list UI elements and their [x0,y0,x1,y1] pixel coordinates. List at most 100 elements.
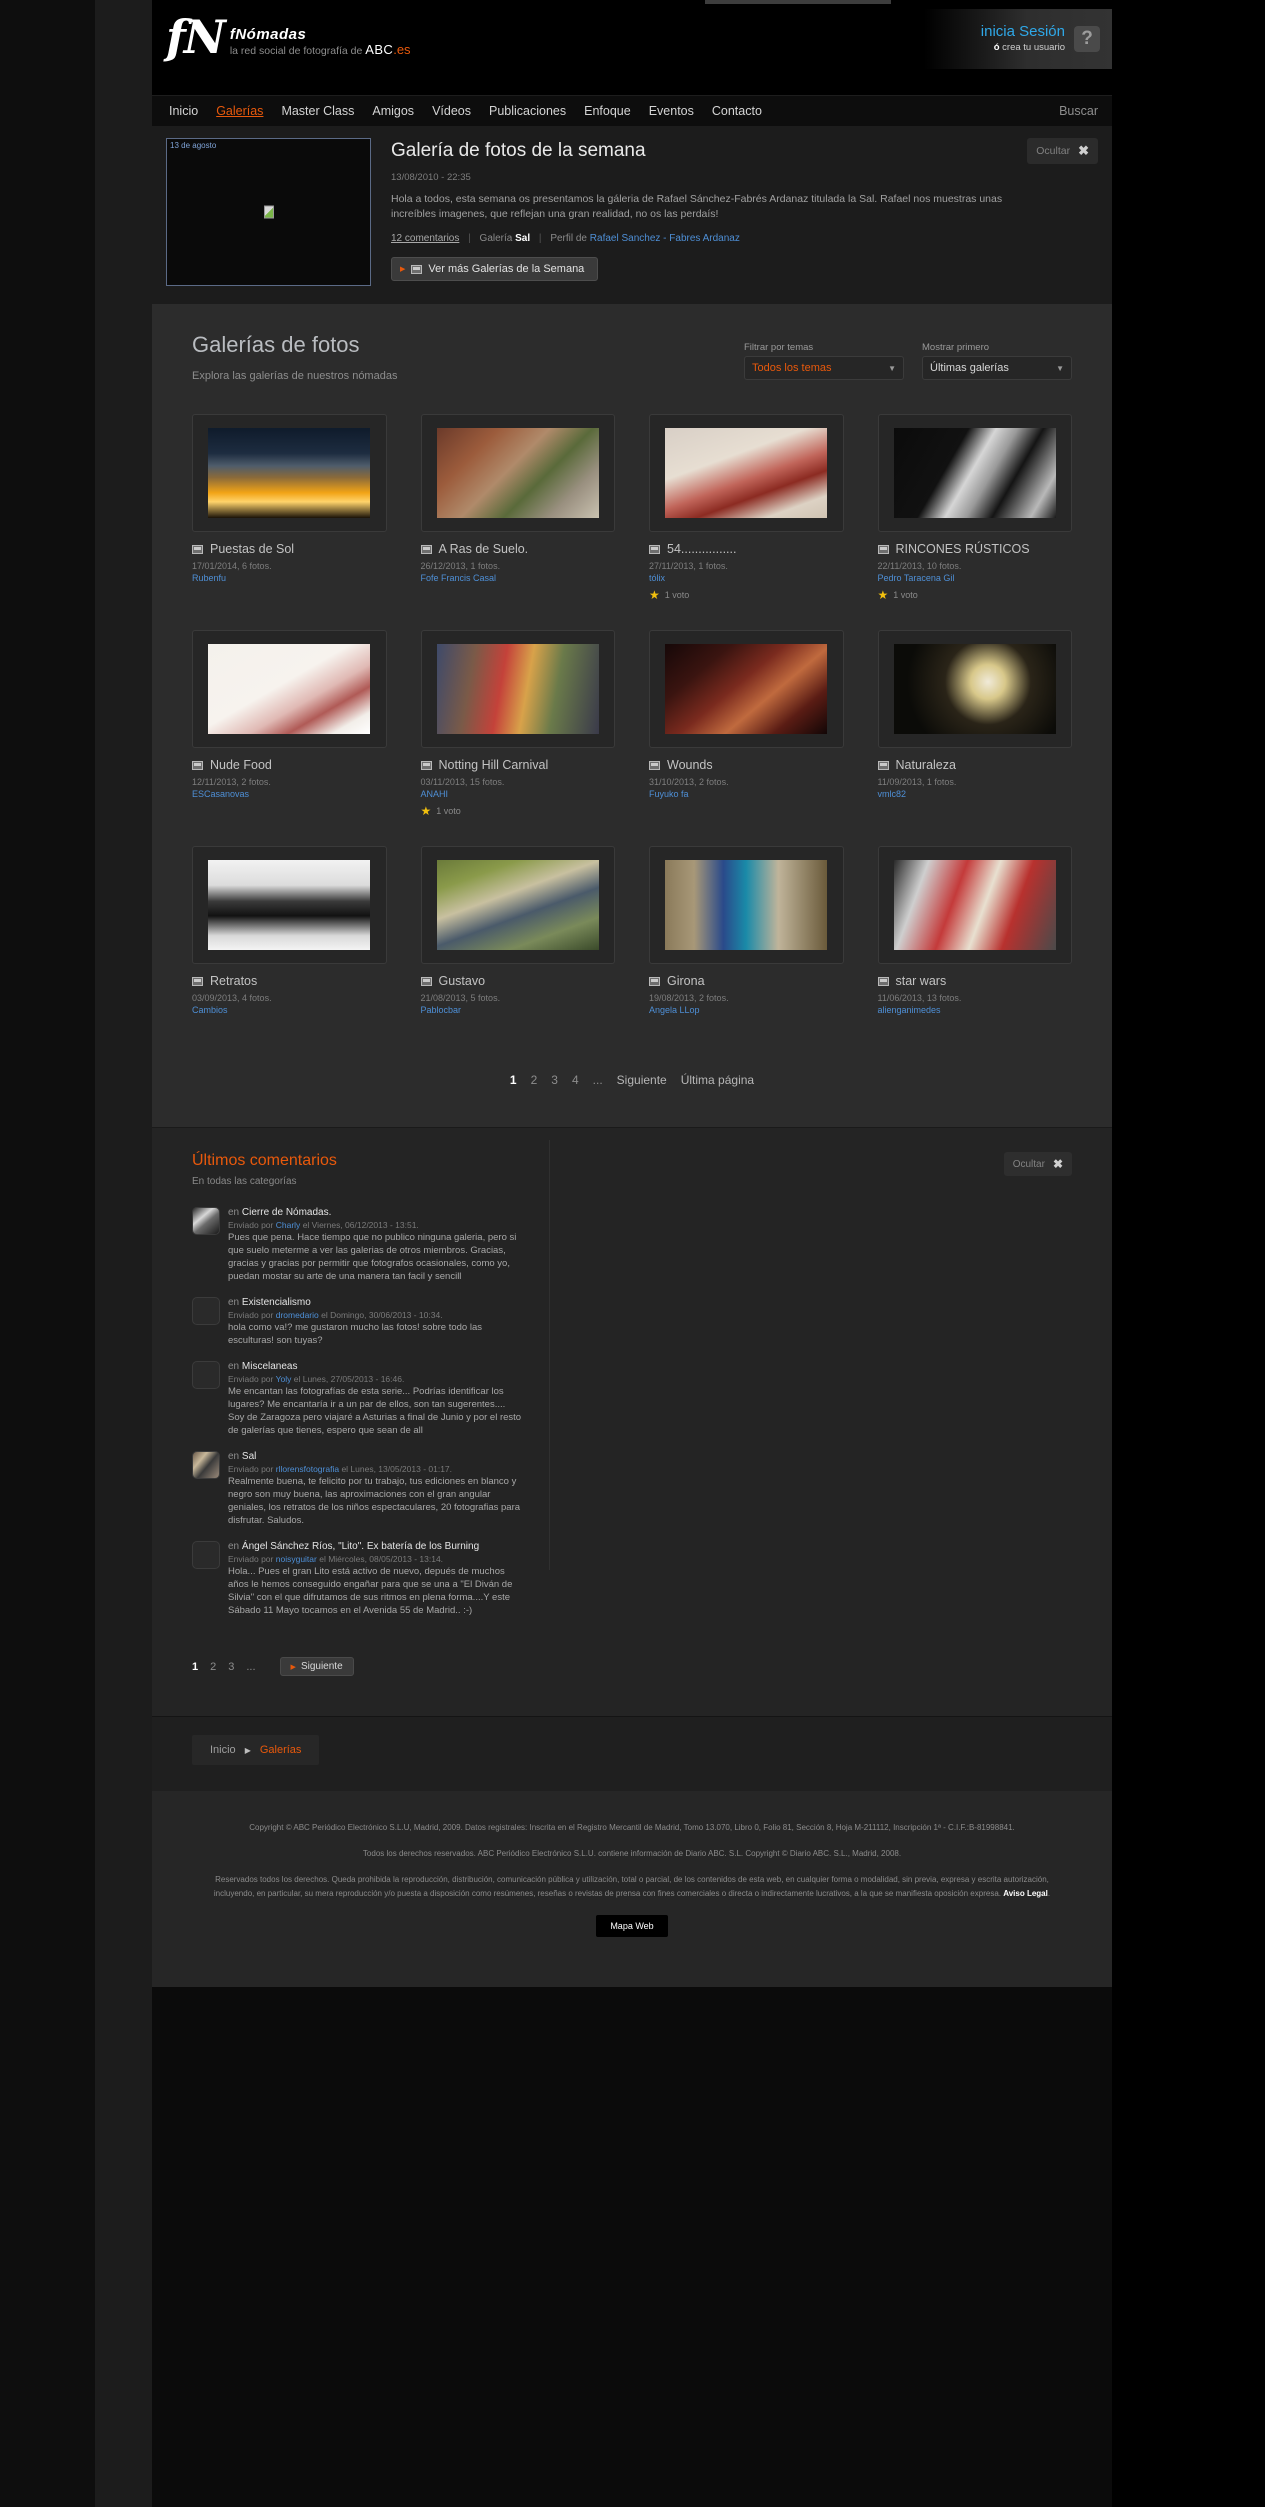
gallery-card-thumbnail[interactable] [877,414,1072,532]
gallery-card[interactable]: Notting Hill Carnival 03/11/2013, 15 foto… [420,630,616,846]
breadcrumb-home-link[interactable]: Inicio [210,1744,236,1756]
page-number-3[interactable]: 3 [551,1073,558,1087]
next-page-link[interactable]: Siguiente [617,1073,667,1087]
gallery-card-thumbnail[interactable] [192,414,387,532]
comment-target-link[interactable]: Miscelaneas [242,1361,298,1372]
breadcrumb-current[interactable]: Galerías [260,1744,302,1756]
page-number-4[interactable]: 4 [572,1073,579,1087]
gallery-card[interactable]: star wars 11/06/2013, 13 fotos. alienganim… [877,846,1073,1043]
gallery-card-author[interactable]: Pedro Taracena Gil [878,571,1073,583]
comment-target-link[interactable]: Existencialismo [242,1297,311,1308]
comment-target-link[interactable]: Cierre de Nómadas. [242,1207,331,1218]
login-link[interactable]: inicia Sesión [981,23,1065,41]
gallery-card[interactable]: RINCONES RÚSTICOS 22/11/2013, 10 fotos. Pe… [877,414,1073,630]
gallery-card-thumbnail[interactable] [877,846,1072,964]
gallery-card-thumbnail[interactable] [420,630,615,748]
gallery-card-title[interactable]: Gustavo [420,974,616,989]
comments-hide-button[interactable]: Ocultar ✖ [1003,1152,1072,1176]
gallery-card-title[interactable]: star wars [877,974,1073,989]
gallery-card-title[interactable]: Notting Hill Carnival [420,758,616,773]
featured-gallery-name[interactable]: Sal [515,233,530,244]
gallery-card-thumbnail[interactable] [420,846,615,964]
gallery-card-thumbnail[interactable] [649,630,844,748]
gallery-card-author[interactable]: Angela LLop [649,1003,844,1015]
nav-item-galerias[interactable]: Galerías [207,104,272,118]
comment-page-2[interactable]: 2 [210,1661,216,1673]
last-page-link[interactable]: Última página [681,1073,754,1087]
gallery-card-title[interactable]: 54................ [649,542,844,557]
gallery-card-thumbnail[interactable] [192,846,387,964]
gallery-card-author[interactable]: vmlc82 [878,787,1073,799]
nav-item-publicaciones[interactable]: Publicaciones [480,104,575,118]
nav-item-enfoque[interactable]: Enfoque [575,104,640,118]
nav-item-inicio[interactable]: Inicio [160,104,207,118]
avatar[interactable] [192,1361,220,1389]
gallery-card-thumbnail[interactable] [877,630,1072,748]
gallery-card-author[interactable]: Fuyuko fa [649,787,844,799]
comment-target-link[interactable]: Ángel Sánchez Ríos, "Lito". Ex batería d… [242,1541,479,1552]
comment-author-link[interactable]: Charly [276,1220,301,1230]
featured-comments-link[interactable]: 12 comentarios [391,233,459,244]
sort-filter-select[interactable]: Últimas galerías ▼ [922,356,1072,380]
avatar[interactable] [192,1451,220,1479]
gallery-card-thumbnail[interactable] [649,846,844,964]
featured-hide-button[interactable]: Ocultar ✖ [1027,138,1098,164]
comment-page-1[interactable]: 1 [192,1661,198,1673]
gallery-card[interactable]: Naturaleza 11/09/2013, 1 fotos. vmlc82 [877,630,1073,846]
gallery-card-author[interactable]: Pablocbar [421,1003,616,1015]
gallery-card[interactable]: Retratos 03/09/2013, 4 fotos. Cambios [192,846,387,1043]
legal-notice-link[interactable]: Aviso Legal [1003,1889,1048,1898]
gallery-card-author[interactable]: Rubenfu [192,571,387,583]
gallery-card-thumbnail[interactable] [420,414,615,532]
comment-target-link[interactable]: Sal [242,1451,256,1462]
comment-author-link[interactable]: rllorensfotografia [276,1464,339,1474]
gallery-card-title[interactable]: Puestas de Sol [192,542,387,557]
search-link[interactable]: Buscar [1059,104,1098,118]
gallery-card-thumbnail[interactable] [192,630,387,748]
gallery-card-author[interactable]: tólix [649,571,844,583]
nav-item-amigos[interactable]: Amigos [363,104,423,118]
gallery-card-title[interactable]: Naturaleza [877,758,1073,773]
nav-item-eventos[interactable]: Eventos [640,104,703,118]
theme-filter-select[interactable]: Todos los temas ▼ [744,356,904,380]
gallery-card-author[interactable]: ESCasanovas [192,787,387,799]
gallery-card[interactable]: Puestas de Sol 17/01/2014, 6 fotos. Rubenf… [192,414,387,630]
page-number-1[interactable]: 1 [510,1073,517,1087]
gallery-card[interactable]: Wounds 31/10/2013, 2 fotos. Fuyuko fa [649,630,844,846]
featured-thumbnail[interactable]: 13 de agosto [166,138,371,286]
gallery-card-author[interactable]: alienganimedes [878,1003,1073,1015]
nav-item-contacto[interactable]: Contacto [703,104,771,118]
gallery-card-title[interactable]: Retratos [192,974,387,989]
featured-profile-link[interactable]: Rafael Sanchez - Fabres Ardanaz [590,233,740,244]
gallery-card-title[interactable]: Wounds [649,758,844,773]
gallery-card[interactable]: A Ras de Suelo. 26/12/2013, 1 fotos. Fofe … [420,414,616,630]
gallery-card-title[interactable]: Nude Food [192,758,387,773]
view-more-weekly-galleries-button[interactable]: ▶ Ver más Galerías de la Semana [391,257,599,281]
site-logo[interactable]: fN fNómadas la red social de fotografía … [166,14,411,60]
avatar[interactable] [192,1207,220,1235]
gallery-card-thumbnail[interactable] [649,414,844,532]
gallery-card-author[interactable]: Fofe Francis Casal [421,571,616,583]
gallery-card[interactable]: Girona 19/08/2013, 2 fotos. Angela LLop [649,846,844,1043]
page-number-2[interactable]: 2 [531,1073,538,1087]
gallery-card-title[interactable]: RINCONES RÚSTICOS [877,542,1073,557]
comments-next-button[interactable]: ▶ Siguiente [279,1657,354,1676]
comment-author-link[interactable]: dromedario [276,1310,319,1320]
gallery-card[interactable]: Gustavo 21/08/2013, 5 fotos. Pablocbar [420,846,616,1043]
gallery-card-author[interactable]: Cambios [192,1003,387,1015]
gallery-card-title[interactable]: Girona [649,974,844,989]
create-account-link[interactable]: crea tu usuario [1002,42,1065,53]
gallery-card[interactable]: Nude Food 12/11/2013, 2 fotos. ESCasanovas [192,630,387,846]
comment-page-3[interactable]: 3 [228,1661,234,1673]
avatar[interactable] [192,1297,220,1325]
avatar[interactable] [192,1541,220,1569]
nav-item-videos[interactable]: Vídeos [423,104,480,118]
gallery-card-author[interactable]: ANAHI [421,787,616,799]
site-map-button[interactable]: Mapa Web [596,1915,668,1937]
comment-author-link[interactable]: Yoly [276,1374,292,1384]
comment-author-link[interactable]: noisyguitar [276,1554,317,1564]
nav-item-master-class[interactable]: Master Class [272,104,363,118]
question-mark-icon[interactable]: ? [1074,26,1100,52]
gallery-card[interactable]: 54................ 27/11/2013, 1 fotos. tó… [649,414,844,630]
gallery-card-title[interactable]: A Ras de Suelo. [420,542,616,557]
